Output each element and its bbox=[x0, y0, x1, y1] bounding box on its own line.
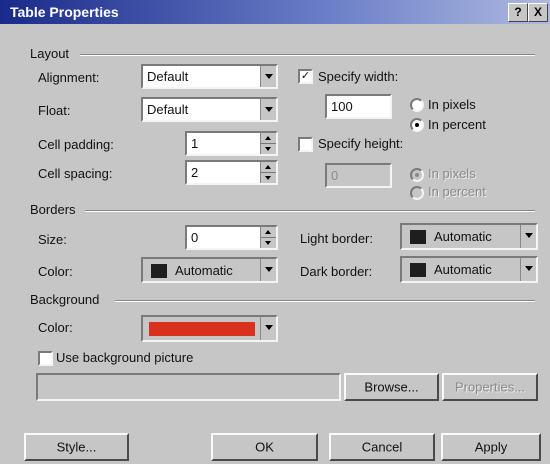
cell-padding-value: 1 bbox=[191, 136, 199, 151]
specify-height-checkbox[interactable] bbox=[298, 137, 313, 152]
use-background-picture-checkbox[interactable] bbox=[38, 351, 53, 366]
cell-spacing-label: Cell spacing: bbox=[38, 166, 113, 181]
chevron-down-icon[interactable] bbox=[520, 258, 536, 281]
background-group-label: Background bbox=[30, 292, 100, 307]
width-in-percent-radio[interactable] bbox=[410, 118, 424, 132]
height-in-percent-label: In percent bbox=[428, 184, 486, 199]
properties-button-label: Properties... bbox=[454, 379, 526, 395]
window-title: Table Properties bbox=[10, 4, 119, 20]
light-border-value: Automatic bbox=[434, 229, 492, 244]
properties-button[interactable]: Properties... bbox=[442, 373, 538, 401]
spin-down-icon[interactable] bbox=[261, 144, 276, 155]
cell-padding-spinner[interactable]: 1 bbox=[185, 131, 278, 156]
height-in-percent-radio[interactable] bbox=[410, 186, 424, 200]
float-select[interactable]: Default bbox=[141, 97, 278, 122]
float-value: Default bbox=[147, 102, 189, 117]
specify-width-label: Specify width: bbox=[318, 69, 399, 84]
spin-up-icon[interactable] bbox=[261, 133, 276, 144]
use-background-picture-label: Use background picture bbox=[56, 350, 194, 365]
width-value: 100 bbox=[331, 99, 353, 114]
layout-group-label: Layout bbox=[30, 46, 70, 61]
width-in-percent-label: In percent bbox=[428, 117, 486, 132]
height-value: 0 bbox=[331, 168, 339, 183]
width-input[interactable]: 100 bbox=[325, 94, 392, 119]
alignment-select[interactable]: Default bbox=[141, 64, 278, 89]
cancel-button[interactable]: Cancel bbox=[329, 433, 435, 461]
borders-divider bbox=[85, 210, 535, 212]
chevron-down-icon[interactable] bbox=[260, 317, 276, 340]
dark-border-select[interactable]: Automatic bbox=[400, 256, 538, 283]
spin-down-icon[interactable] bbox=[261, 173, 276, 184]
close-button[interactable]: X bbox=[528, 3, 548, 22]
background-color-swatch bbox=[149, 322, 255, 336]
cell-padding-label: Cell padding: bbox=[38, 137, 114, 152]
float-label: Float: bbox=[38, 103, 71, 118]
cell-spacing-spinner[interactable]: 2 bbox=[185, 160, 278, 185]
height-in-pixels-label: In pixels bbox=[428, 166, 476, 181]
dark-border-value: Automatic bbox=[434, 262, 492, 277]
ok-button-label: OK bbox=[255, 439, 274, 455]
border-size-value: 0 bbox=[191, 230, 199, 245]
apply-button-label: Apply bbox=[474, 439, 508, 455]
alignment-value: Default bbox=[147, 69, 189, 84]
chevron-down-icon[interactable] bbox=[260, 259, 276, 281]
title-bar: Table Properties ? X bbox=[0, 0, 550, 24]
spinner-buttons[interactable] bbox=[260, 227, 276, 248]
apply-button[interactable]: Apply bbox=[441, 433, 541, 461]
light-border-label: Light border: bbox=[300, 231, 373, 246]
width-in-pixels-label: In pixels bbox=[428, 97, 476, 112]
ok-button[interactable]: OK bbox=[211, 433, 318, 461]
specify-width-checkbox[interactable]: ✓ bbox=[298, 69, 313, 84]
spinner-buttons[interactable] bbox=[260, 133, 276, 154]
chevron-down-icon[interactable] bbox=[260, 66, 276, 87]
border-size-label: Size: bbox=[38, 232, 67, 247]
background-picture-path[interactable] bbox=[36, 373, 341, 401]
style-button[interactable]: Style... bbox=[24, 433, 129, 461]
spin-up-icon[interactable] bbox=[261, 162, 276, 173]
border-color-label: Color: bbox=[38, 264, 73, 279]
help-button[interactable]: ? bbox=[508, 3, 528, 22]
alignment-label: Alignment: bbox=[38, 70, 100, 85]
height-input[interactable]: 0 bbox=[325, 163, 392, 188]
dark-border-swatch bbox=[410, 263, 426, 277]
spinner-buttons[interactable] bbox=[260, 162, 276, 183]
light-border-swatch bbox=[410, 230, 426, 244]
background-divider bbox=[115, 300, 535, 302]
chevron-down-icon[interactable] bbox=[520, 225, 536, 248]
spin-up-icon[interactable] bbox=[261, 227, 276, 238]
width-in-pixels-radio[interactable] bbox=[410, 98, 424, 112]
background-color-select[interactable] bbox=[141, 315, 278, 342]
background-color-label: Color: bbox=[38, 320, 73, 335]
borders-group-label: Borders bbox=[30, 202, 76, 217]
style-button-label: Style... bbox=[56, 439, 97, 455]
border-size-spinner[interactable]: 0 bbox=[185, 225, 278, 250]
cancel-button-label: Cancel bbox=[361, 439, 403, 455]
browse-button[interactable]: Browse... bbox=[344, 373, 439, 401]
layout-divider bbox=[80, 54, 535, 56]
specify-height-label: Specify height: bbox=[318, 136, 404, 151]
chevron-down-icon[interactable] bbox=[260, 99, 276, 120]
cell-spacing-value: 2 bbox=[191, 165, 199, 180]
border-color-value: Automatic bbox=[175, 263, 233, 278]
spin-down-icon[interactable] bbox=[261, 238, 276, 249]
border-color-select[interactable]: Automatic bbox=[141, 257, 278, 283]
light-border-select[interactable]: Automatic bbox=[400, 223, 538, 250]
browse-button-label: Browse... bbox=[364, 379, 419, 395]
height-in-pixels-radio[interactable] bbox=[410, 168, 424, 182]
dark-border-label: Dark border: bbox=[300, 264, 373, 279]
border-color-swatch bbox=[151, 264, 167, 278]
